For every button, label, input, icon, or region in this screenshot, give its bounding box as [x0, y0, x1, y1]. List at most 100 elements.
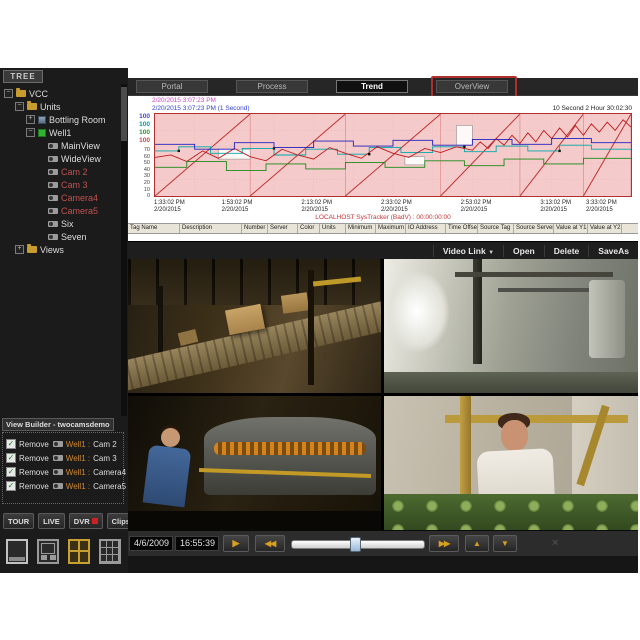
- camera-icon: [53, 483, 63, 489]
- column-header-maximum[interactable]: Maximum: [376, 224, 406, 233]
- camera-icon: [48, 221, 58, 227]
- tree-item-wideview[interactable]: WideView: [2, 152, 120, 165]
- column-header-io-address[interactable]: IO Address: [406, 224, 446, 233]
- tree-item-cam-3[interactable]: Cam 3: [2, 178, 120, 191]
- close-icon[interactable]: ×: [552, 537, 558, 549]
- y-axis: 100100100100706050403020100: [130, 113, 152, 197]
- scrollbar-thumb[interactable]: [121, 87, 127, 141]
- column-header-tag-name[interactable]: Tag Name: [128, 224, 180, 233]
- remove-checkbox[interactable]: [6, 439, 16, 449]
- rewind-button[interactable]: ◀◀: [255, 535, 285, 552]
- worker-head-shape: [501, 420, 528, 451]
- view-builder-row: RemoveWell1 :Camera5: [6, 479, 123, 493]
- tree-expander-icon[interactable]: −: [26, 128, 35, 137]
- x-tick-date: 2/20/2015: [381, 207, 427, 214]
- tag-table-empty-row[interactable]: [128, 234, 638, 241]
- camera-icon: [53, 455, 63, 461]
- column-header-value-at-y1[interactable]: Value at Y1: [554, 224, 588, 233]
- remove-checkbox[interactable]: [6, 481, 16, 491]
- folder-icon: [16, 90, 26, 97]
- chart-footer-status: LOCALHOST SysTracker (BadV) : 00:00:00:0…: [128, 214, 638, 221]
- tree-item-label: WideView: [61, 154, 101, 164]
- tree-expander-icon[interactable]: −: [15, 102, 24, 111]
- date-field[interactable]: 4/6/2009: [129, 536, 173, 551]
- tree-item-mainview[interactable]: MainView: [2, 139, 120, 152]
- open-button[interactable]: Open: [503, 245, 544, 257]
- column-header-value-at-y2[interactable]: Value at Y2: [588, 224, 622, 233]
- floor-shape: [384, 372, 638, 393]
- tree-item-camera5[interactable]: Camera5: [2, 204, 120, 217]
- tab-process[interactable]: Process: [236, 80, 308, 93]
- tree-item-cam-2[interactable]: Cam 2: [2, 165, 120, 178]
- tree-item-seven[interactable]: Seven: [2, 230, 120, 243]
- trend-chart-section: 2/20/2015 3:07:23 PM 2/20/2015 3:07:23 P…: [128, 96, 638, 223]
- saveas-button[interactable]: SaveAs: [588, 245, 638, 257]
- column-header-description[interactable]: Description: [180, 224, 242, 233]
- y-axis-scale-label: 100: [139, 121, 150, 129]
- camera-icon: [48, 234, 58, 240]
- time-field[interactable]: 16:55:39: [175, 536, 219, 551]
- video-link-dropdown[interactable]: Video Link ▼: [433, 245, 503, 257]
- tab-trend[interactable]: Trend: [336, 80, 408, 93]
- tree-item-vcc[interactable]: −VCC: [2, 87, 120, 100]
- tree-item-bottling-room[interactable]: +Bottling Room: [2, 113, 120, 126]
- x-axis-tick: 2:53:02 PM2/20/2015: [461, 200, 507, 213]
- camera-feed-top-left[interactable]: [128, 259, 381, 393]
- fast-forward-button[interactable]: ▶▶: [429, 535, 459, 552]
- layout-nine-icon[interactable]: [99, 539, 121, 564]
- remove-checkbox[interactable]: [6, 467, 16, 477]
- view-builder-rows: RemoveWell1 :Cam 2RemoveWell1 :Cam 3Remo…: [2, 432, 124, 504]
- live-button[interactable]: LIVE: [38, 513, 65, 529]
- column-header-time-offset[interactable]: Time Offset: [446, 224, 478, 233]
- column-header-minimum[interactable]: Minimum: [346, 224, 376, 233]
- timeline-slider[interactable]: [291, 540, 425, 549]
- tree-panel: TREE −VCC−Units+Bottling Room−Well1 MainV…: [0, 68, 128, 573]
- folder-icon: [27, 246, 37, 253]
- tree-item-six[interactable]: Six: [2, 217, 120, 230]
- tree-item-camera4[interactable]: Camera4: [2, 191, 120, 204]
- camera-feed-bottom-left[interactable]: [128, 396, 381, 530]
- dvr-button[interactable]: DVR: [69, 513, 103, 529]
- tree-panel-tab[interactable]: TREE: [3, 70, 43, 83]
- view-builder-row: RemoveWell1 :Cam 2: [6, 437, 123, 451]
- column-header-source-tag[interactable]: Source Tag: [478, 224, 514, 233]
- layout-single-icon[interactable]: [6, 539, 28, 564]
- tab-overview[interactable]: OverView: [436, 80, 508, 93]
- slider-thumb[interactable]: [350, 537, 361, 552]
- camera-feed-bottom-right[interactable]: [384, 396, 638, 530]
- tree-expander-icon[interactable]: +: [15, 245, 24, 254]
- view-builder-row: RemoveWell1 :Camera4: [6, 465, 123, 479]
- playback-bar: 4/6/2009 16:55:39 ▶ ◀◀ ▶▶ ▲ ▼ ×: [128, 530, 638, 556]
- column-header-server[interactable]: Server: [268, 224, 298, 233]
- camera-feed-top-right[interactable]: [384, 259, 638, 393]
- tree-item-label: Seven: [61, 232, 87, 242]
- column-header-units[interactable]: Units: [320, 224, 346, 233]
- y-axis-scale-label: 100: [139, 137, 150, 145]
- camera-icon: [48, 169, 58, 175]
- column-header-source-server[interactable]: Source Server: [514, 224, 554, 233]
- remove-checkbox[interactable]: [6, 453, 16, 463]
- camera-icon: [48, 208, 58, 214]
- tree-item-well1[interactable]: −Well1: [2, 126, 120, 139]
- trend-plot[interactable]: [154, 113, 632, 197]
- tree-expander-icon[interactable]: +: [26, 115, 35, 124]
- trend-chart: [155, 114, 631, 196]
- delete-button[interactable]: Delete: [544, 245, 589, 257]
- y-axis-scale-label: 100: [139, 129, 150, 137]
- play-button[interactable]: ▶: [223, 535, 249, 552]
- tab-portal[interactable]: Portal: [136, 80, 208, 93]
- layout-quad-icon[interactable]: [68, 539, 90, 564]
- tree-expander-icon[interactable]: −: [4, 89, 13, 98]
- column-header-number[interactable]: Number: [242, 224, 268, 233]
- speed-up-button[interactable]: ▲: [465, 535, 489, 552]
- worker-head-shape: [161, 428, 180, 447]
- tree-scrollbar[interactable]: [121, 84, 127, 416]
- tour-button[interactable]: TOUR: [3, 513, 34, 529]
- speed-down-button[interactable]: ▼: [493, 535, 517, 552]
- tree-item-label: MainView: [61, 141, 100, 151]
- chevron-down-icon: ▼: [488, 250, 494, 256]
- tree-item-units[interactable]: −Units: [2, 100, 120, 113]
- column-header-color[interactable]: Color: [298, 224, 320, 233]
- layout-one-plus-two-icon[interactable]: [37, 539, 59, 564]
- tree-item-views[interactable]: +Views: [2, 243, 120, 256]
